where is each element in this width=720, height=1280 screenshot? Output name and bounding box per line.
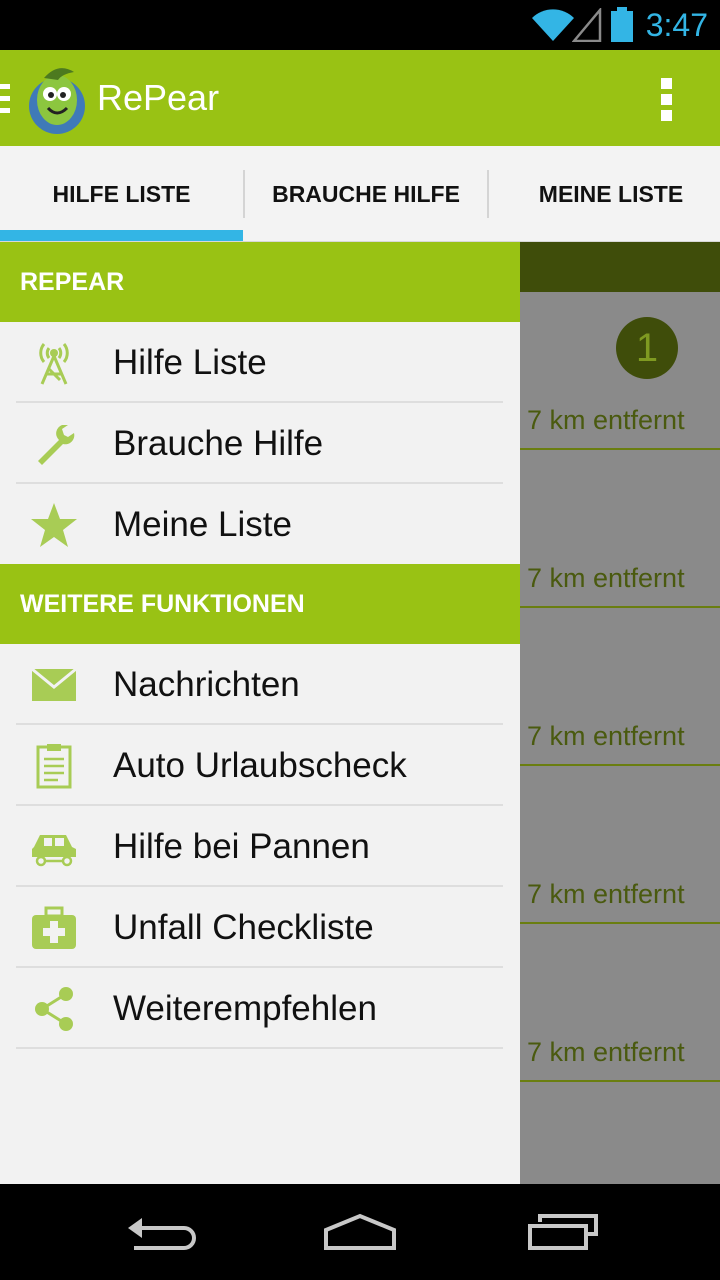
drawer-item-label: Unfall Checkliste — [113, 908, 374, 947]
home-icon[interactable] — [322, 1212, 398, 1252]
star-icon — [28, 499, 80, 551]
distance-label: 7 km entfernt — [527, 721, 685, 751]
drawer-item-meine-liste[interactable]: Meine Liste — [0, 484, 520, 565]
signal-icon — [572, 8, 602, 42]
drawer-item-unfall-checkliste[interactable]: Unfall Checkliste — [0, 887, 520, 968]
overflow-menu-icon[interactable] — [656, 78, 676, 122]
action-bar: RePear — [0, 50, 720, 146]
distance-label: 7 km entfernt — [527, 1037, 685, 1067]
drawer-item-nachrichten[interactable]: Nachrichten — [0, 644, 520, 725]
drawer-section-repear: REPEAR — [0, 242, 520, 322]
drawer-item-label: Meine Liste — [113, 505, 292, 544]
drawer-section-weitere-funktionen: WEITERE FUNKTIONEN — [0, 564, 520, 644]
drawer-item-hilfe-bei-pannen[interactable]: Hilfe bei Pannen — [0, 806, 520, 887]
drawer-item-label: Hilfe Liste — [113, 343, 267, 382]
first-aid-kit-icon — [28, 902, 80, 954]
drawer-item-label: Nachrichten — [113, 665, 300, 704]
envelope-icon — [28, 659, 80, 711]
drawer-item-brauche-hilfe[interactable]: Brauche Hilfe — [0, 403, 520, 484]
car-icon — [28, 821, 80, 873]
drawer-indicator-icon[interactable] — [0, 84, 12, 114]
tab-meine-liste[interactable]: MEINE LISTE — [489, 146, 720, 242]
app-logo[interactable] — [24, 62, 90, 136]
tab-bar: HILFE LISTE BRAUCHE HILFE MEINE LISTE — [0, 146, 720, 242]
distance-label: 7 km entfernt — [527, 405, 685, 435]
antenna-icon — [28, 337, 80, 389]
clipboard-icon — [28, 740, 80, 792]
wifi-icon — [532, 9, 574, 41]
tab-selected-indicator — [0, 230, 243, 241]
drawer-item-auto-urlaubscheck[interactable]: Auto Urlaubscheck — [0, 725, 520, 806]
system-nav-bar — [0, 1184, 720, 1280]
status-bar: 3:47 — [0, 0, 720, 50]
drawer-item-hilfe-liste[interactable]: Hilfe Liste — [0, 322, 520, 403]
clock: 3:47 — [645, 7, 708, 43]
distance-label: 7 km entfernt — [527, 879, 685, 909]
back-icon[interactable] — [124, 1212, 196, 1252]
drawer-item-weiterempfehlen[interactable]: Weiterempfehlen — [0, 968, 520, 1049]
battery-icon — [611, 7, 633, 42]
count-badge: 1 — [616, 317, 678, 379]
divider — [16, 1047, 503, 1049]
wrench-icon — [28, 418, 80, 470]
drawer-item-label: Auto Urlaubscheck — [113, 746, 407, 785]
distance-label: 7 km entfernt — [527, 563, 685, 593]
drawer-item-label: Weiterempfehlen — [113, 989, 377, 1028]
tab-brauche-hilfe[interactable]: BRAUCHE HILFE — [244, 146, 488, 242]
drawer-item-label: Brauche Hilfe — [113, 424, 324, 463]
recent-apps-icon[interactable] — [526, 1212, 600, 1252]
drawer-item-label: Hilfe bei Pannen — [113, 827, 370, 866]
navigation-drawer: REPEAR Hilfe Liste Brauche Hilfe Meine L… — [0, 242, 520, 1184]
app-title: RePear — [97, 77, 220, 118]
share-icon — [28, 983, 80, 1035]
tab-hilfe-liste[interactable]: HILFE LISTE — [0, 146, 243, 242]
